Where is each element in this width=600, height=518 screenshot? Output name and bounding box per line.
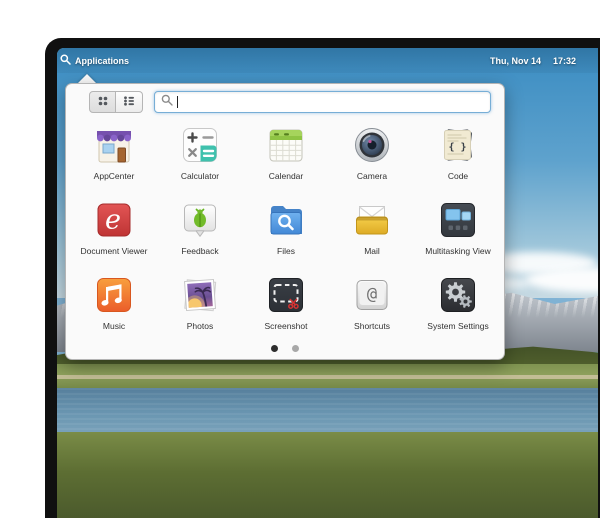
category-view-button[interactable] — [116, 91, 143, 113]
music-icon — [90, 271, 138, 319]
calculator-icon — [176, 121, 224, 169]
app-label: Multitasking View — [425, 246, 491, 256]
app-files[interactable]: Files — [243, 192, 329, 267]
app-label: System Settings — [427, 321, 489, 331]
wallpaper-foreground-grass — [57, 432, 598, 518]
page-indicator — [66, 345, 504, 352]
mail-icon — [348, 196, 396, 244]
svg-text:@: @ — [367, 285, 377, 305]
app-mail[interactable]: Mail — [329, 192, 415, 267]
app-system-settings[interactable]: System Settings — [415, 267, 501, 342]
app-label: Mail — [364, 246, 380, 256]
search-icon — [161, 93, 173, 111]
applications-label: Applications — [75, 55, 130, 66]
app-label: Music — [102, 321, 126, 331]
photos-icon — [176, 271, 224, 319]
svg-text:{ }: { } — [448, 142, 466, 153]
multitasking-icon — [434, 196, 482, 244]
app-code[interactable]: { } Code — [415, 117, 501, 192]
app-label: AppCenter — [93, 171, 135, 181]
app-music[interactable]: Music — [71, 267, 157, 342]
app-calendar[interactable]: Calendar — [243, 117, 329, 192]
app-label: Camera — [356, 171, 388, 181]
app-search-field[interactable] — [154, 91, 491, 113]
app-document-viewer[interactable]: e Document Viewer — [71, 192, 157, 267]
applications-launcher: AppCenter Calculator Calendar Camera { }… — [65, 83, 505, 360]
app-label: Calendar — [268, 171, 304, 181]
page-dot-1[interactable] — [271, 345, 278, 352]
feedback-icon — [176, 196, 224, 244]
panel-date: Thu, Nov 14 — [489, 55, 541, 66]
document-viewer-icon: e — [90, 196, 138, 244]
search-icon — [60, 54, 71, 67]
app-photos[interactable]: Photos — [157, 267, 243, 342]
text-caret — [177, 96, 178, 108]
desktop[interactable]: Applications Thu, Nov 14 17:32 AppCenter… — [57, 48, 598, 518]
calendar-icon — [262, 121, 310, 169]
svg-text:e: e — [105, 205, 121, 236]
lake-ripples — [57, 388, 598, 434]
app-multitasking-view[interactable]: Multitasking View — [415, 192, 501, 267]
datetime-indicator[interactable]: Thu, Nov 14 17:32 — [490, 56, 598, 66]
app-label: Files — [277, 246, 295, 256]
wallpaper-lake — [57, 388, 598, 434]
monitor-bezel: Applications Thu, Nov 14 17:32 AppCenter… — [45, 38, 600, 518]
screenshot-icon — [262, 271, 310, 319]
panel-time: 17:32 — [552, 55, 576, 66]
grid-view-button[interactable] — [89, 91, 116, 113]
code-icon: { } — [434, 121, 482, 169]
app-feedback[interactable]: Feedback — [157, 192, 243, 267]
system-settings-icon — [434, 271, 482, 319]
app-screenshot[interactable]: Screenshot — [243, 267, 329, 342]
app-label: Shortcuts — [354, 321, 390, 331]
app-camera[interactable]: Camera — [329, 117, 415, 192]
wallpaper-beach — [57, 375, 598, 379]
shortcuts-icon: @ — [348, 271, 396, 319]
category-view-icon — [122, 94, 136, 111]
app-label: Screenshot — [264, 321, 308, 331]
app-label: Feedback — [181, 246, 219, 256]
view-toggle-group — [89, 91, 143, 113]
app-shortcuts[interactable]: @ Shortcuts — [329, 267, 415, 342]
grid-view-icon — [96, 94, 110, 111]
top-panel: Applications Thu, Nov 14 17:32 — [57, 48, 598, 73]
app-appcenter[interactable]: AppCenter — [71, 117, 157, 192]
appcenter-icon — [90, 121, 138, 169]
app-label: Calculator — [180, 171, 220, 181]
files-icon — [262, 196, 310, 244]
app-grid: AppCenter Calculator Calendar Camera { }… — [71, 117, 501, 342]
app-calculator[interactable]: Calculator — [157, 117, 243, 192]
search-input[interactable] — [182, 96, 490, 108]
applications-menu-button[interactable]: Applications — [57, 54, 129, 67]
app-label: Photos — [186, 321, 214, 331]
app-label: Code — [447, 171, 469, 181]
page-dot-2[interactable] — [292, 345, 299, 352]
camera-icon — [348, 121, 396, 169]
app-label: Document Viewer — [80, 246, 148, 256]
